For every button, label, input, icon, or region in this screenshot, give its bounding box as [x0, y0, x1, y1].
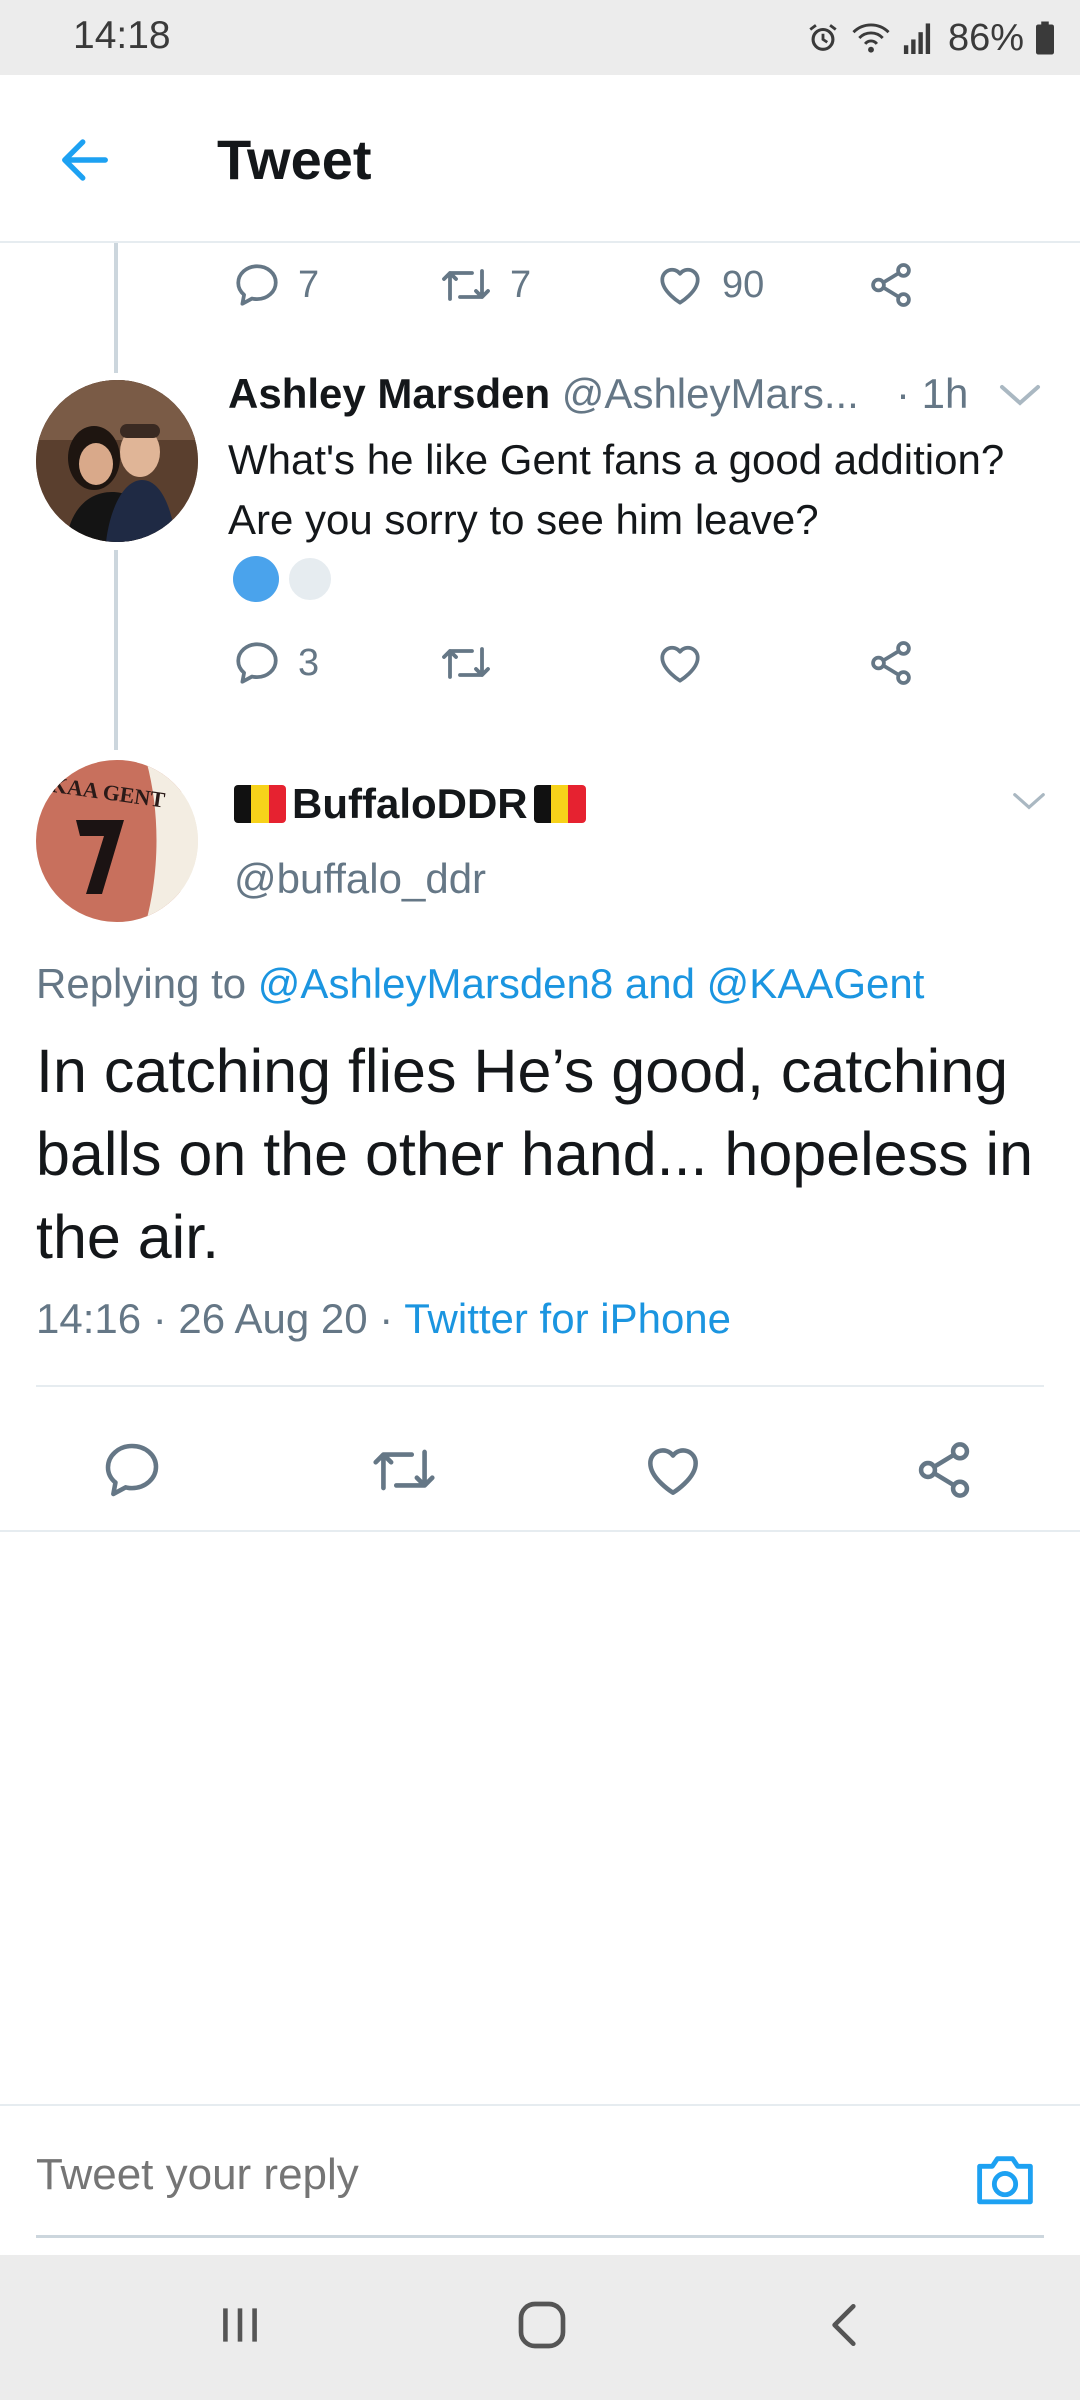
replying-prefix: Replying to: [36, 960, 247, 1007]
share-icon: [871, 641, 911, 685]
page-title: Tweet: [217, 128, 372, 191]
retweet-button[interactable]: [368, 1420, 440, 1520]
tweet-text: In catching flies He’s good, catching ba…: [36, 1037, 1034, 1271]
reply-input-underline: [36, 2235, 1044, 2238]
share-button[interactable]: [866, 245, 916, 325]
replying-to-users[interactable]: @AshleyMarsden8 and @KAAGent: [258, 960, 925, 1007]
belgium-flag-icon: [234, 785, 286, 823]
reply-tweet-header: Ashley Marsden @AshleyMars...: [228, 370, 859, 418]
retweet-button[interactable]: [438, 623, 494, 703]
share-icon: [871, 263, 911, 307]
alarm-icon: [809, 24, 837, 51]
replying-to: Replying to @AshleyMarsden8 and @KAAGent: [36, 960, 924, 1008]
tweet-timestamp: 14:16 · 26 Aug 20 ·: [36, 1295, 394, 1342]
reply-icon: [236, 642, 278, 684]
avatar[interactable]: KAA GENT: [36, 760, 198, 922]
reply-tweet-actions: 3: [0, 623, 1080, 703]
heart-icon: [648, 1448, 698, 1495]
author-name[interactable]: Ashley Marsden: [228, 370, 550, 417]
share-icon: [918, 1442, 970, 1498]
like-button[interactable]: 90: [654, 245, 764, 325]
avatar[interactable]: [36, 380, 198, 542]
avatar-photo: KAA GENT: [36, 760, 198, 922]
reply-icon: [236, 264, 278, 306]
author-name[interactable]: BuffaloDDR: [234, 780, 586, 828]
system-nav-bar: [0, 2255, 1080, 2400]
divider: [36, 1385, 1044, 1387]
tweet-time: · 1h: [896, 370, 969, 417]
home-icon: [518, 2301, 566, 2349]
chevron-down-icon[interactable]: [996, 375, 1044, 415]
recent-apps-icon: [223, 2308, 257, 2342]
composer-divider: [0, 2104, 1080, 2106]
main-tweet-actions: [0, 1420, 1080, 1520]
reply-count: 7: [298, 263, 320, 306]
back-button[interactable]: [50, 125, 120, 195]
reply-button[interactable]: 3: [232, 623, 319, 703]
retweet-icon: [442, 647, 490, 679]
retweet-icon: [442, 269, 490, 301]
author-handle[interactable]: @AshleyMars...: [562, 370, 859, 417]
like-button[interactable]: [654, 623, 706, 703]
back-nav-button[interactable]: [800, 2285, 890, 2365]
retweet-icon: [373, 1449, 435, 1491]
retweet-button[interactable]: 7: [438, 245, 531, 325]
reply-button[interactable]: [100, 1420, 164, 1520]
arrow-left-icon: [62, 139, 108, 181]
status-time: 14:18: [73, 14, 171, 57]
wifi-icon: [852, 23, 890, 53]
author-handle[interactable]: @buffalo_ddr: [234, 855, 486, 903]
battery-icon: [1036, 21, 1054, 55]
battery-percent: 86%: [947, 16, 1024, 59]
like-count: 90: [722, 263, 765, 306]
back-nav-icon: [832, 2303, 856, 2347]
like-button[interactable]: [640, 1420, 706, 1520]
tweet-meta: 14:16 · 26 Aug 20 · Twitter for iPhone: [36, 1295, 731, 1343]
avatar-photo: [36, 380, 198, 542]
share-button[interactable]: [866, 623, 916, 703]
prev-tweet-actions: 7 7 90: [0, 245, 1080, 325]
belgium-flag-icon: [533, 785, 586, 823]
reply-icon: [105, 1443, 159, 1497]
reply-count: 3: [298, 641, 320, 684]
chevron-down-icon[interactable]: [1010, 785, 1048, 817]
camera-icon: [977, 2156, 1033, 2205]
share-button[interactable]: [912, 1420, 976, 1520]
reply-input[interactable]: [36, 2150, 936, 2200]
status-icons: 86%: [806, 16, 1054, 60]
signal-icon: [903, 23, 931, 54]
camera-button[interactable]: [972, 2148, 1038, 2215]
heart-icon: [660, 645, 700, 683]
heart-icon: [660, 267, 700, 305]
tweet-source[interactable]: Twitter for iPhone: [404, 1295, 731, 1342]
recent-apps-button[interactable]: [195, 2285, 285, 2365]
retweet-count: 7: [510, 263, 532, 306]
reply-button[interactable]: 7: [232, 245, 319, 325]
home-button[interactable]: [497, 2285, 587, 2365]
app-bar: Tweet: [0, 75, 1080, 243]
thread-participants-icon: [233, 554, 335, 604]
tweet-text: What's he like Gent fans a good addition…: [228, 436, 1005, 543]
author-name-text: BuffaloDDR: [292, 780, 528, 827]
status-bar: 14:18 86%: [0, 0, 1080, 75]
divider: [0, 1530, 1080, 1532]
